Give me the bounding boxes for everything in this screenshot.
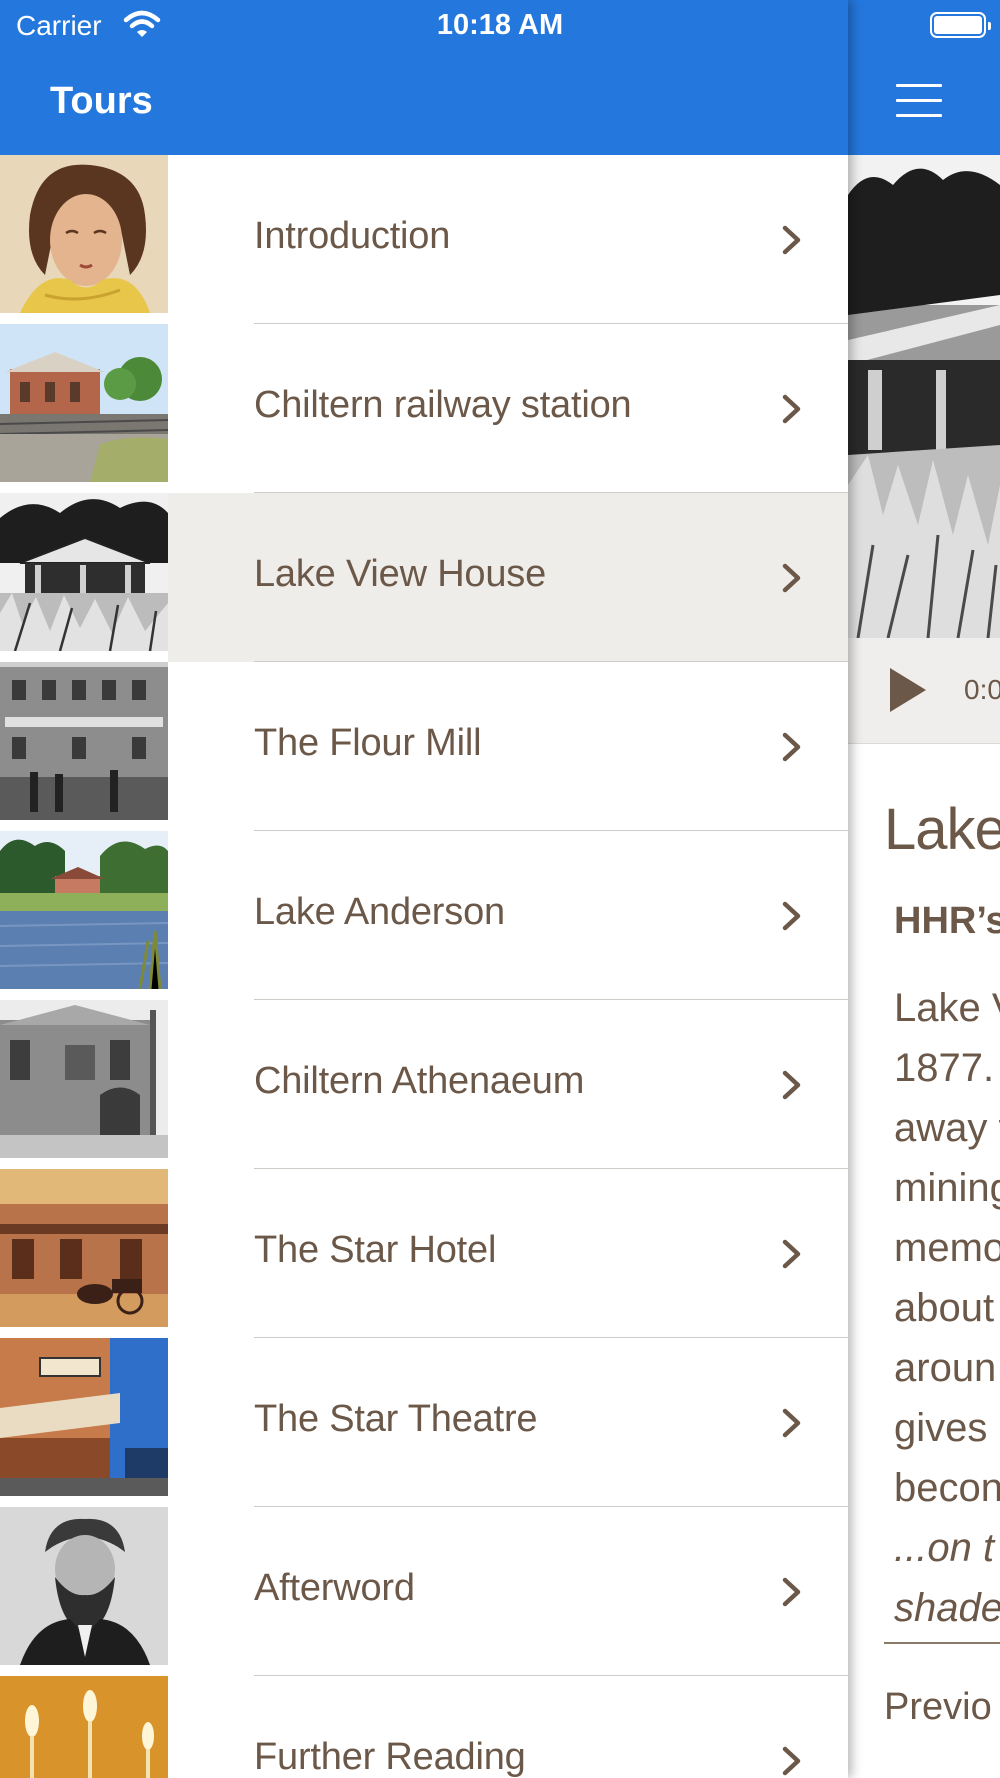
chevron-right-icon xyxy=(782,1408,801,1438)
tour-thumbnail xyxy=(0,831,168,989)
detail-subtitle: HHR’s xyxy=(894,900,1000,942)
tour-item-label: Chiltern railway station xyxy=(254,384,632,426)
tour-item-the-flour-mill[interactable]: The Flour Mill xyxy=(0,662,848,831)
tour-item-the-star-hotel[interactable]: The Star Hotel xyxy=(0,1169,848,1338)
detail-divider xyxy=(884,1642,1000,1644)
tour-thumbnail xyxy=(0,662,168,820)
app-screen: 0:0 Lake HHR’s Lake V 1877. away t minin… xyxy=(0,0,1000,1778)
body-line: becon xyxy=(894,1466,1000,1510)
tour-item-label: Chiltern Athenaeum xyxy=(254,1060,585,1102)
tour-item-lake-view-house[interactable]: Lake View House xyxy=(0,493,848,662)
chevron-right-icon xyxy=(782,732,801,762)
tour-item-label: Lake Anderson xyxy=(254,891,505,933)
body-italic-line: ...on t xyxy=(894,1526,995,1570)
tour-item-label: The Star Hotel xyxy=(254,1229,497,1271)
chevron-right-icon xyxy=(782,1577,801,1607)
tour-item-further-reading[interactable]: Further Reading xyxy=(0,1676,848,1778)
chevron-right-icon xyxy=(782,901,801,931)
tour-thumbnail xyxy=(0,1338,168,1496)
tours-menu-panel: Carrier Tours 10:18 AM Introduction Chil… xyxy=(0,0,848,1778)
page-title: Tours xyxy=(50,80,153,122)
tour-item-introduction[interactable]: Introduction xyxy=(0,155,848,324)
chevron-right-icon xyxy=(782,563,801,593)
chevron-right-icon xyxy=(782,1239,801,1269)
body-line: memo xyxy=(894,1226,1000,1270)
tour-item-chiltern-railway-station[interactable]: Chiltern railway station xyxy=(0,324,848,493)
hamburger-menu-icon[interactable] xyxy=(896,84,942,117)
tour-thumbnail xyxy=(0,1000,168,1158)
tour-thumbnail xyxy=(0,324,168,482)
tour-thumbnail xyxy=(0,493,168,651)
chevron-right-icon xyxy=(782,394,801,424)
tour-item-label: Introduction xyxy=(254,215,451,257)
body-line: away t xyxy=(894,1106,1000,1150)
detail-nav-bar xyxy=(848,0,1000,155)
tour-item-the-star-theatre[interactable]: The Star Theatre xyxy=(0,1338,848,1507)
detail-body-text: Lake V 1877. away t mining memo about ar… xyxy=(894,978,1000,1638)
tour-hero-image xyxy=(848,155,1000,638)
chevron-right-icon xyxy=(782,1746,801,1776)
body-line: about xyxy=(894,1286,995,1330)
detail-title: Lake xyxy=(884,797,1000,862)
body-line: 1877. xyxy=(894,1046,995,1090)
tour-detail-pane: 0:0 Lake HHR’s Lake V 1877. away t minin… xyxy=(848,0,1000,1778)
tour-list: Introduction Chiltern railway station La… xyxy=(0,155,848,1778)
audio-time: 0:0 xyxy=(964,674,1000,705)
body-line: aroun xyxy=(894,1346,997,1390)
tour-thumbnail xyxy=(0,1676,168,1778)
tour-thumbnail xyxy=(0,155,168,313)
body-line: mining xyxy=(894,1166,1000,1210)
wifi-icon xyxy=(123,10,161,37)
carrier-label: Carrier xyxy=(16,10,102,41)
chevron-right-icon xyxy=(782,1070,801,1100)
tour-item-label: Further Reading xyxy=(254,1736,526,1778)
tour-item-label: Afterword xyxy=(254,1567,415,1609)
tour-item-label: Lake View House xyxy=(254,553,547,595)
previous-button[interactable]: Previo xyxy=(884,1686,992,1729)
tour-item-lake-anderson[interactable]: Lake Anderson xyxy=(0,831,848,1000)
tour-item-chiltern-athenaeum[interactable]: Chiltern Athenaeum xyxy=(0,1000,848,1169)
tour-thumbnail xyxy=(0,1169,168,1327)
body-line: Lake V xyxy=(894,986,1000,1030)
tour-thumbnail xyxy=(0,1507,168,1665)
tour-item-afterword[interactable]: Afterword xyxy=(0,1507,848,1676)
body-line: gives xyxy=(894,1406,988,1450)
tour-item-label: The Flour Mill xyxy=(254,722,482,764)
chevron-right-icon xyxy=(782,225,801,255)
tour-item-label: The Star Theatre xyxy=(254,1398,538,1440)
audio-player: 0:0 xyxy=(848,638,1000,744)
battery-icon xyxy=(930,12,991,38)
play-icon[interactable] xyxy=(890,668,926,712)
body-italic-line: shade xyxy=(894,1586,1000,1630)
menu-nav-bar: Carrier Tours xyxy=(0,0,848,155)
